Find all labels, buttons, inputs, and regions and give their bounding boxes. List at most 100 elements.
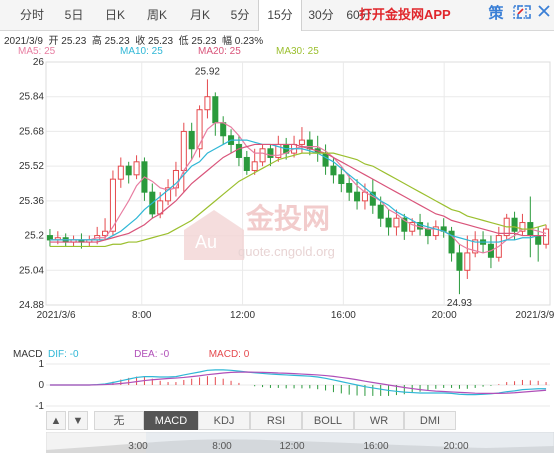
indicator-button-row: ▲ ▼ 无 MACD KDJ RSI BOLL WR DMI xyxy=(0,411,554,431)
indicator-dmi-button[interactable]: DMI xyxy=(404,411,456,430)
scroll-down-button[interactable]: ▼ xyxy=(68,411,88,430)
y-tick-label: 26 xyxy=(33,57,45,68)
candle-body xyxy=(117,165,124,180)
scroll-left-button[interactable]: ▲ xyxy=(46,411,66,430)
tab-daily-k[interactable]: 日K xyxy=(94,0,136,30)
candle xyxy=(102,218,109,240)
candle xyxy=(220,116,227,145)
candle-body xyxy=(235,143,242,158)
tab-weekly-k[interactable]: 周K xyxy=(136,0,178,30)
x-tick-label: 2021/3/6 xyxy=(37,310,76,321)
candle xyxy=(322,144,329,175)
indicator-boll-button[interactable]: BOLL xyxy=(302,411,354,430)
candle-body xyxy=(456,252,463,271)
x-tick-label: 8:00 xyxy=(132,310,152,321)
navigator-time-label: 20:00 xyxy=(443,441,468,452)
watermark: Au 金投网 quote.cngold.org xyxy=(184,202,335,260)
tab-15min[interactable]: 15分 xyxy=(258,0,302,31)
ohlc-info: 2021/3/9 开 25.23 高 25.23 收 25.23 低 25.23… xyxy=(4,36,264,47)
y-tick-label: 25.52 xyxy=(19,161,44,172)
candle-body xyxy=(125,165,132,176)
candle xyxy=(464,235,471,279)
candle xyxy=(275,135,282,162)
indicator-none-button[interactable]: 无 xyxy=(94,411,144,430)
candle-body xyxy=(393,217,400,228)
candlestick-chart[interactable]: Au 金投网 quote.cngold.org 26 25.84 25.68 25.5… xyxy=(0,56,554,346)
macd-y-tick-label: 0 xyxy=(38,380,44,391)
candle-body xyxy=(133,161,140,176)
y-tick-label: 25.84 xyxy=(19,92,44,103)
open-app-link[interactable]: 打开金投网APP xyxy=(359,0,451,30)
indicator-wr-button[interactable]: WR xyxy=(354,411,404,430)
y-tick-label: 25.2 xyxy=(25,231,45,242)
candle-body xyxy=(346,183,353,193)
indicator-name: MACD xyxy=(13,349,43,360)
svg-text:Au: Au xyxy=(195,232,217,252)
candle-body xyxy=(196,109,203,150)
candle xyxy=(180,122,187,193)
candle xyxy=(86,235,93,247)
x-tick-label: 16:00 xyxy=(331,310,356,321)
candle xyxy=(70,235,77,247)
macd-y-tick-label: -1 xyxy=(35,401,44,410)
candle xyxy=(314,135,321,162)
tab-5min[interactable]: 5分 xyxy=(222,0,258,30)
fullscreen-button-icon[interactable] xyxy=(514,4,534,24)
candle-body xyxy=(338,174,345,184)
candle xyxy=(133,155,140,180)
y-tick-label: 25.36 xyxy=(19,196,44,207)
candle xyxy=(117,157,124,188)
x-tick-label: 2021/3/9 xyxy=(515,310,554,321)
navigator-time-label: 16:00 xyxy=(363,441,388,452)
plot-frame xyxy=(45,61,551,306)
y-tick-label: 25.04 xyxy=(19,265,44,276)
candle-body xyxy=(259,148,266,163)
candle-body xyxy=(46,235,53,241)
candle-body xyxy=(212,96,219,124)
indicator-macd-button[interactable]: MACD xyxy=(144,411,198,430)
macd-y-tick-label: 1 xyxy=(38,360,44,370)
candle-body xyxy=(354,191,361,202)
candle-body xyxy=(298,139,305,145)
indicator-rsi-button[interactable]: RSI xyxy=(250,411,302,430)
candle-body xyxy=(330,165,337,176)
candle xyxy=(456,244,463,295)
candle-body xyxy=(377,204,384,219)
candle-body xyxy=(385,217,392,228)
navigator-time-label: 12:00 xyxy=(279,441,304,452)
time-navigator[interactable]: 3:00 8:00 12:00 16:00 20:00 xyxy=(46,432,554,453)
tab-5day[interactable]: 5日 xyxy=(54,0,94,30)
dif-label: DIF: -0 xyxy=(48,349,79,360)
candle-body xyxy=(535,235,542,245)
tab-30min[interactable]: 30分 xyxy=(302,0,340,30)
candle xyxy=(172,161,179,197)
strategy-icon[interactable]: 策 xyxy=(486,4,506,24)
candle xyxy=(440,218,447,238)
candle xyxy=(543,224,550,249)
indicator-kdj-button[interactable]: KDJ xyxy=(198,411,250,430)
extreme-label: 24.93 xyxy=(447,298,472,309)
candle xyxy=(212,92,219,136)
candle xyxy=(46,229,53,247)
watermark-url: quote.cngold.org xyxy=(238,244,335,259)
candle xyxy=(188,122,195,160)
y-tick-label: 25.68 xyxy=(19,126,44,137)
candle xyxy=(527,196,534,258)
close-icon[interactable] xyxy=(534,4,554,24)
x-tick-label: 20:00 xyxy=(432,310,457,321)
candle-body xyxy=(306,139,313,150)
tab-fenshi[interactable]: 分时 xyxy=(10,0,54,30)
candle-body xyxy=(267,148,274,158)
tab-monthly-k[interactable]: 月K xyxy=(178,0,222,30)
candle xyxy=(125,161,132,184)
macd-label: MACD: 0 xyxy=(208,349,250,360)
candle xyxy=(204,79,211,119)
candle-body xyxy=(464,252,471,271)
candle xyxy=(385,209,392,236)
navigator-time-label: 8:00 xyxy=(212,441,232,452)
candle xyxy=(196,105,203,158)
candle-body xyxy=(511,217,518,232)
candle-body xyxy=(424,228,431,237)
macd-chart[interactable]: 1 0 -1 xyxy=(0,360,554,410)
period-tab-bar: 分时 5日 日K 周K 月K 5分 15分 30分 60分 打开金投网APP 策 xyxy=(0,0,554,31)
